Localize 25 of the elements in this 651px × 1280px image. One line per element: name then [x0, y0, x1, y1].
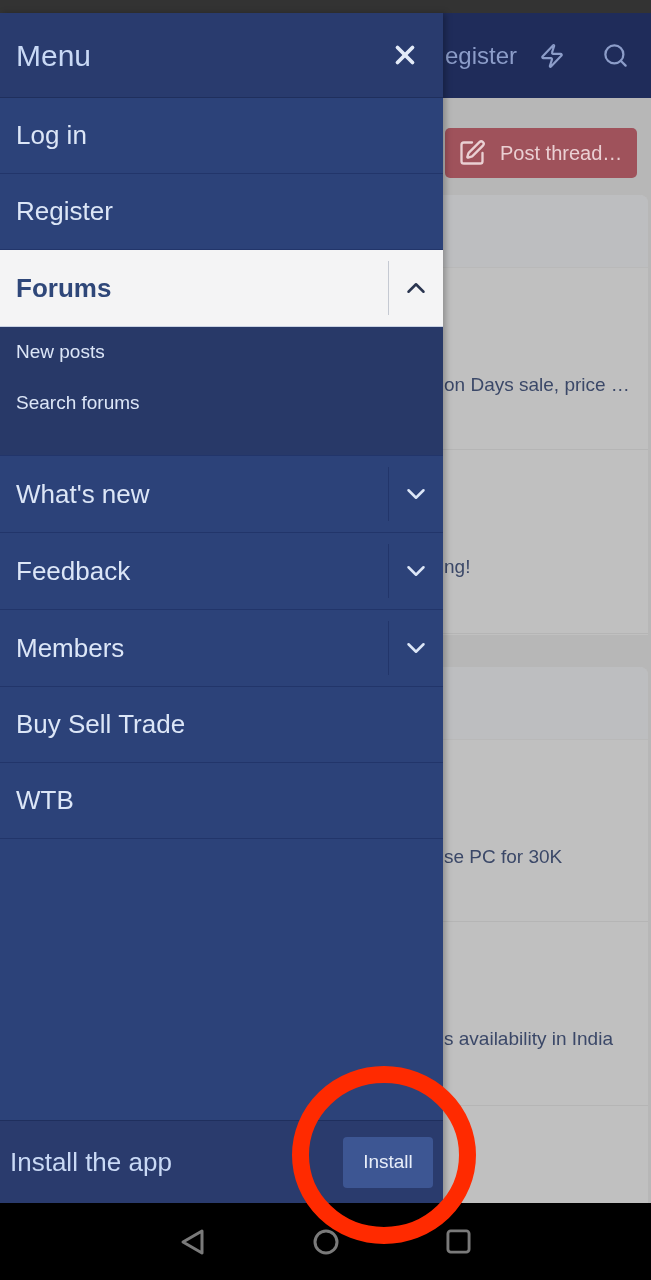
header-link[interactable]: egister [443, 37, 518, 74]
thread-title: on Days sale, price … [444, 374, 631, 396]
thread-title: se PC for 30K [444, 846, 564, 868]
lightning-icon [539, 42, 565, 69]
edit-icon [458, 139, 486, 167]
drawer-title: Menu [16, 37, 92, 74]
menu-link[interactable]: Register [0, 174, 443, 250]
submenu-link[interactable]: Search forums [0, 378, 443, 429]
install-button[interactable]: Install [343, 1136, 433, 1188]
back-icon [179, 1227, 206, 1256]
search-icon [601, 42, 629, 69]
recents-icon [446, 1229, 471, 1254]
menu-link[interactable]: Forums [0, 250, 388, 326]
submenu-link[interactable]: New posts [0, 327, 443, 378]
thread-title: ng! [444, 556, 472, 578]
menu-link[interactable]: Feedback [0, 533, 388, 609]
thread-title: s availability in India [444, 1028, 614, 1050]
home-icon [312, 1228, 339, 1255]
menu-link[interactable]: Buy Sell Trade [0, 687, 443, 763]
menu-link[interactable]: What's new [0, 456, 388, 532]
install-prompt-text: Install the app [10, 1145, 172, 1179]
menu-link[interactable]: Members [0, 610, 388, 686]
menu-link[interactable]: WTB [0, 763, 443, 839]
menu-link[interactable]: Log in [0, 98, 443, 174]
post-thread-button[interactable]: Post thread… [445, 128, 637, 178]
